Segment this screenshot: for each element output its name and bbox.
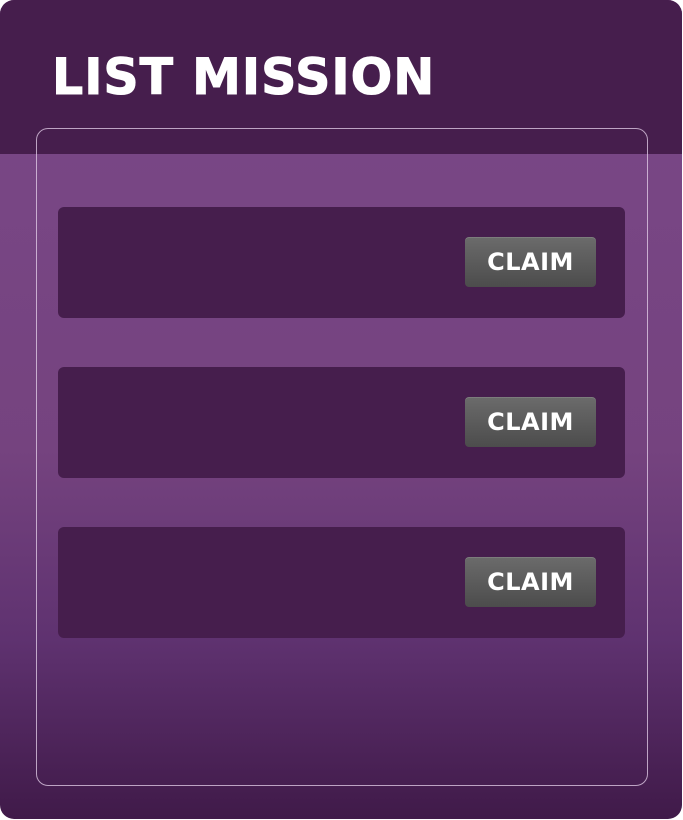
claim-button[interactable]: CLAIM: [465, 557, 596, 607]
claim-button[interactable]: CLAIM: [465, 237, 596, 287]
mission-panel: LIST MISSION CLAIM CLAIM CLAIM: [0, 0, 682, 819]
panel-header: LIST MISSION: [0, 0, 682, 154]
mission-card: CLAIM: [58, 207, 625, 318]
mission-card: CLAIM: [58, 367, 625, 478]
claim-button[interactable]: CLAIM: [465, 397, 596, 447]
mission-card: CLAIM: [58, 527, 625, 638]
panel-title: LIST MISSION: [52, 48, 436, 107]
